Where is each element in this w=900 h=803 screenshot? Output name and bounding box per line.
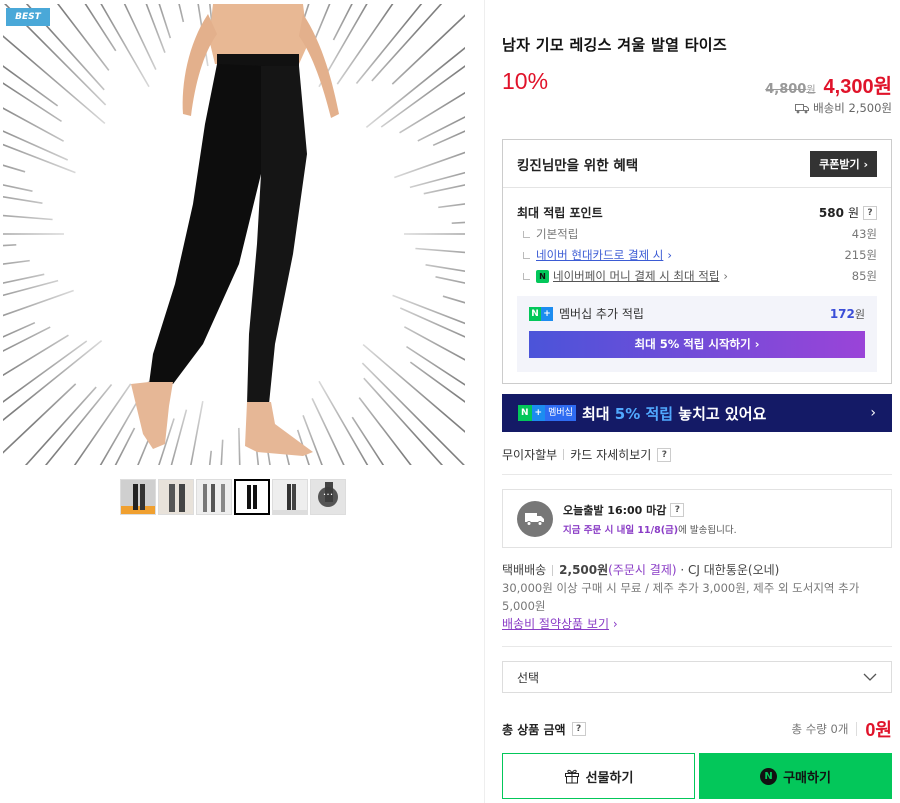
column-divider <box>484 0 485 803</box>
free-shipping-note: 30,000원 이상 구매 시 무료 / 제주 추가 3,000원, 제주 외 … <box>502 581 860 613</box>
shipping-saver-link[interactable]: 배송비 절약상품 보기 <box>502 617 609 631</box>
points-row: 기본적립 43원 <box>503 226 891 242</box>
naver-plus-icon: N + <box>529 306 553 321</box>
more-icon: ··· <box>318 487 338 507</box>
total-row: 총 상품 금액? 총 수량 0개 0원 <box>502 716 892 742</box>
hyundai-card-link[interactable]: 네이버 현대카드로 결제 시 <box>536 247 663 263</box>
thumbnail-selected[interactable] <box>234 479 270 515</box>
help-icon[interactable]: ? <box>657 447 672 462</box>
truck-icon <box>795 103 810 113</box>
shipping-info: 택배배송 2,500원(주문시 결제) · CJ 대한통운(오네) 30,000원… <box>502 561 892 633</box>
points-row: 네이버 현대카드로 결제 시 › 215원 <box>503 247 891 263</box>
naver-pay-icon: N <box>760 767 778 785</box>
discount-rate: 10% <box>502 68 549 94</box>
help-icon[interactable]: ? <box>863 205 877 220</box>
product-main-image: BEST <box>3 4 465 465</box>
shipping-fee: 배송비 2,500원 <box>795 100 892 116</box>
thumbnail-more[interactable]: ··· <box>310 479 346 515</box>
max-points-value: 580 <box>818 205 844 220</box>
divider <box>502 474 892 475</box>
gift-icon <box>564 769 579 784</box>
original-price: 4,800원 <box>765 82 816 97</box>
chevron-down-icon <box>863 673 877 681</box>
max-points-row: 최대 적립 포인트 580 원? <box>503 204 891 221</box>
thumbnail[interactable] <box>120 479 156 515</box>
membership-banner[interactable]: N + 멤버십 최대 5% 적립 놓치고 있어요 › <box>502 394 892 432</box>
chevron-right-icon: › <box>870 405 876 421</box>
card-details-link[interactable]: 카드 자세히보기 <box>570 446 651 463</box>
benefit-title: 킹진님만을 위한 혜택 <box>517 157 639 174</box>
card-info: 무이자할부 카드 자세히보기 ? <box>502 446 672 463</box>
benefit-box: 킹진님만을 위한 혜택 쿠폰받기 › 최대 적립 포인트 580 원? 기본적립 … <box>502 139 892 384</box>
today-dispatch-box: 오늘출발 16:00 마감? 지금 주문 시 내일 11/8(금)에 발송됩니다… <box>502 489 892 548</box>
product-title: 남자 기모 레깅스 겨울 발열 타이즈 <box>502 36 728 54</box>
total-amount: 0원 <box>865 720 892 740</box>
coupon-button[interactable]: 쿠폰받기 › <box>810 150 877 177</box>
option-select[interactable]: 선택 <box>502 661 892 693</box>
thumbnail[interactable] <box>158 479 194 515</box>
best-badge: BEST <box>6 8 50 26</box>
delivery-truck-icon <box>517 500 553 537</box>
npay-icon: N <box>536 269 549 283</box>
price-group: 4,800원 4,300원 <box>765 70 892 99</box>
membership-points: 172 <box>829 306 855 321</box>
thumbnail[interactable] <box>196 479 232 515</box>
points-row: N 네이버페이 머니 결제 시 최대 적립 › 85원 <box>503 268 891 284</box>
npay-money-link[interactable]: 네이버페이 머니 결제 시 최대 적립 <box>553 268 719 284</box>
thumbnail-strip: ··· <box>120 479 346 515</box>
divider <box>502 646 892 647</box>
help-icon[interactable]: ? <box>670 502 685 517</box>
sale-price: 4,300원 <box>823 76 892 98</box>
total-quantity: 총 수량 0개 <box>791 722 849 736</box>
action-buttons: 선물하기 N 구매하기 <box>502 753 892 799</box>
gift-button[interactable]: 선물하기 <box>502 753 695 799</box>
help-icon[interactable]: ? <box>571 722 586 736</box>
thumbnail[interactable] <box>272 479 308 515</box>
membership-start-button[interactable]: 최대 5% 적립 시작하기 › <box>529 331 865 358</box>
buy-button[interactable]: N 구매하기 <box>699 753 892 799</box>
installment-label: 무이자할부 <box>502 448 558 462</box>
naver-membership-icon: N + 멤버십 <box>518 405 576 421</box>
membership-box: N + 멤버십 추가 적립 172원 최대 5% 적립 시작하기 › <box>517 296 877 372</box>
